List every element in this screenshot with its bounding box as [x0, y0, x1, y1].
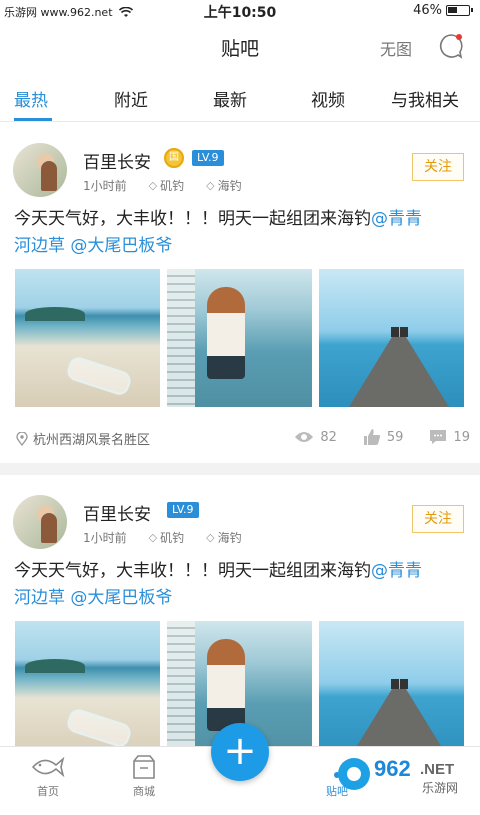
- tag-icon: ◇: [149, 179, 157, 192]
- post-image-pier[interactable]: [319, 621, 464, 759]
- post-text[interactable]: 今天天气好，大丰收！！！明天一起组团来海钓@青青 河边草 @大尾巴板爷: [14, 206, 468, 260]
- tab-hot[interactable]: 最热: [14, 86, 48, 111]
- comment-button[interactable]: 19: [429, 428, 470, 446]
- no-image-toggle[interactable]: 无图: [380, 36, 412, 60]
- svg-text:962: 962: [374, 756, 411, 781]
- tag-label: 海钓: [218, 177, 242, 194]
- post-text-plain: 今天天气好，大丰收！！！明天一起组团来海钓: [14, 209, 371, 229]
- level-badge: LV.9: [192, 150, 224, 166]
- post-images: [15, 269, 465, 407]
- location-label: 杭州西湖风景名胜区: [33, 429, 150, 448]
- status-time: 上午10:50: [0, 2, 480, 22]
- mention-link[interactable]: 河边草 @大尾巴板爷: [14, 588, 172, 608]
- tag-icon: ◇: [206, 179, 214, 192]
- like-button[interactable]: 59: [363, 428, 404, 446]
- svg-text:乐游网: 乐游网: [422, 781, 458, 795]
- like-count-value: 59: [387, 430, 404, 445]
- post-tag[interactable]: ◇ 海钓: [206, 529, 241, 546]
- status-bar: 乐游网 www.962.net 上午10:50 46%: [0, 0, 480, 22]
- comment-icon: [429, 429, 447, 445]
- follow-button[interactable]: 关注: [412, 505, 464, 533]
- tag-label: 矶钓: [160, 529, 184, 546]
- tab-related-to-me[interactable]: 与我相关: [391, 86, 459, 111]
- author-name[interactable]: 百里长安: [83, 148, 151, 173]
- active-tab-indicator: [14, 118, 52, 121]
- status-right: 46%: [413, 3, 470, 18]
- view-count-value: 82: [320, 430, 337, 445]
- post-tag[interactable]: ◇ 海钓: [206, 177, 241, 194]
- view-count: 82: [294, 428, 337, 446]
- create-post-button[interactable]: +: [211, 723, 269, 781]
- message-bubble-icon[interactable]: [438, 33, 464, 59]
- post-time: 1小时前: [83, 177, 127, 194]
- avatar[interactable]: [13, 495, 67, 549]
- follow-button[interactable]: 关注: [412, 153, 464, 181]
- post-image-girl-railing[interactable]: [167, 269, 312, 407]
- tag-label: 海钓: [218, 529, 242, 546]
- tag-icon: ◇: [149, 531, 157, 544]
- category-tabs: 最热 附近 最新 视频 与我相关: [0, 74, 480, 122]
- fish-icon: [30, 753, 66, 781]
- tabbar-home-label: 首页: [37, 785, 59, 798]
- post-feed: 百里长安 国 LV.9 1小时前 ◇矶钓 ◇海钓 关注 今天天气好，大丰收！！！…: [0, 123, 480, 815]
- comment-count-value: 19: [453, 430, 470, 445]
- tabbar-mall-label: 商城: [133, 785, 155, 798]
- tag-label: 矶钓: [160, 177, 184, 194]
- feed-divider: [0, 463, 480, 475]
- shop-box-icon: [130, 753, 158, 781]
- post-tag[interactable]: ◇矶钓: [149, 529, 184, 546]
- mention-link[interactable]: 河边草 @大尾巴板爷: [14, 236, 172, 256]
- tabbar-mall[interactable]: 商城: [114, 753, 174, 799]
- post-tag[interactable]: ◇矶钓: [149, 177, 184, 194]
- eye-icon: [294, 430, 314, 444]
- author-name[interactable]: 百里长安: [83, 500, 151, 525]
- battery-icon: [446, 5, 470, 16]
- level-badge: LV.9: [167, 502, 199, 518]
- tab-nearby[interactable]: 附近: [114, 86, 148, 111]
- post-text-plain: 今天天气好，大丰收！！！明天一起组团来海钓: [14, 561, 371, 581]
- post-image-pier[interactable]: [319, 269, 464, 407]
- tab-latest[interactable]: 最新: [213, 86, 247, 111]
- tabbar-home[interactable]: 首页: [18, 753, 78, 799]
- post-meta: 1小时前 ◇矶钓 ◇海钓: [83, 529, 242, 546]
- bottom-tab-bar: 首页 商城 + 贴吧 962 .NET 乐游网: [0, 746, 480, 800]
- post-time: 1小时前: [83, 529, 127, 546]
- post-stats: 82 59 19: [294, 428, 470, 446]
- post-image-beach-bottle[interactable]: [15, 269, 160, 407]
- tag-icon: ◇: [206, 531, 214, 544]
- mention-link[interactable]: @青青: [371, 209, 422, 229]
- battery-percent: 46%: [413, 3, 442, 18]
- medal-badge-icon: 国: [164, 148, 184, 168]
- 962-net-watermark-logo: 962 .NET 乐游网: [334, 752, 474, 796]
- post-text[interactable]: 今天天气好，大丰收！！！明天一起组团来海钓@青青 河边草 @大尾巴板爷: [14, 558, 468, 612]
- tab-video[interactable]: 视频: [311, 86, 345, 111]
- svg-text:.NET: .NET: [420, 761, 454, 778]
- avatar[interactable]: [13, 143, 67, 197]
- nav-bar: 贴吧 无图: [0, 22, 480, 70]
- post-meta: 1小时前 ◇矶钓 ◇海钓: [83, 177, 242, 194]
- location-pin-icon: [16, 432, 28, 446]
- post-card[interactable]: 百里长安 国 LV.9 1小时前 ◇矶钓 ◇海钓 关注 今天天气好，大丰收！！！…: [0, 123, 480, 463]
- thumbs-up-icon: [363, 428, 381, 446]
- post-image-beach-bottle[interactable]: [15, 621, 160, 759]
- mention-link[interactable]: @青青: [371, 561, 422, 581]
- post-location[interactable]: 杭州西湖风景名胜区: [16, 429, 150, 448]
